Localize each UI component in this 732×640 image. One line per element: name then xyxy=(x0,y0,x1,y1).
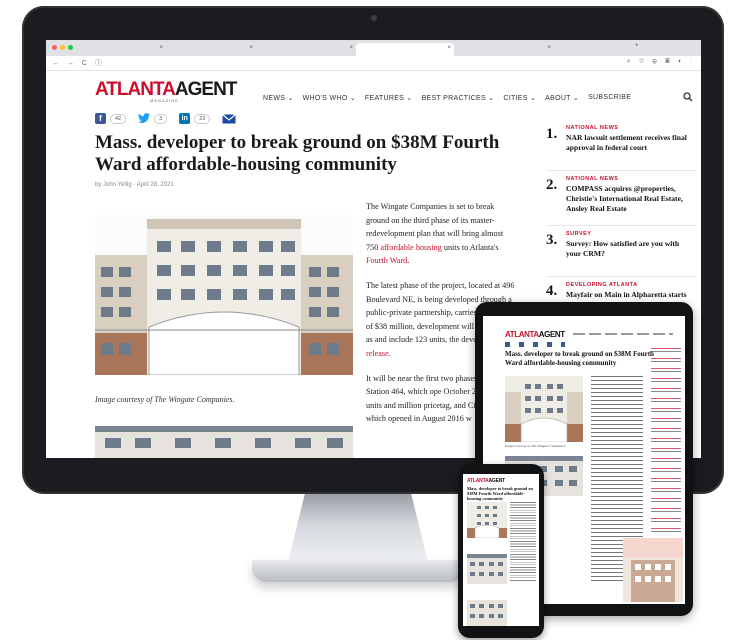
building-rendering-image-2 xyxy=(95,426,353,458)
browser-tab[interactable]: × xyxy=(256,43,356,56)
facebook-share-icon[interactable]: f xyxy=(95,113,106,124)
trending-category[interactable]: NATIONAL NEWS xyxy=(566,176,618,182)
browser-nav-icons[interactable]: ← → C ⓘ xyxy=(52,58,105,68)
browser-extension-icons[interactable]: ⌕ ☆ ⊕ ▣ ◐ ⋮ xyxy=(627,58,695,66)
minimize-window-button[interactable] xyxy=(60,45,65,50)
browser-tab[interactable]: × xyxy=(76,43,166,56)
trending-title[interactable]: COMPASS acquires @properties, Christie's… xyxy=(566,184,696,214)
linkedin-share-count: 23 xyxy=(194,113,211,124)
nav-item-cities[interactable]: CITIES ⌄ xyxy=(503,94,536,102)
browser-tab[interactable]: × xyxy=(454,43,554,56)
tablet-share-bar[interactable] xyxy=(505,342,565,347)
tablet-site-logo[interactable]: ATLANTAAGENT xyxy=(505,330,565,339)
phone-article-body xyxy=(510,502,536,582)
logo-subtitle: MAGAZINE xyxy=(150,98,179,103)
nav-item-subscribe[interactable]: SUBSCRIBE xyxy=(588,94,631,102)
affordable-housing-link[interactable]: affordable housing xyxy=(380,243,441,252)
trending-sidebar: 1. NATIONAL NEWS NAR lawsuit settlement … xyxy=(546,122,696,329)
tablet-building-image xyxy=(505,376,583,442)
phone-site-logo[interactable]: ATLANTAAGENT xyxy=(467,478,505,484)
site-logo[interactable]: ATLANTAAGENT xyxy=(95,80,237,99)
tablet-nav[interactable] xyxy=(573,333,673,335)
monitor-stand-neck xyxy=(288,494,428,562)
new-tab-button[interactable]: + xyxy=(631,43,645,56)
monitor-stand-base xyxy=(252,560,464,582)
search-icon[interactable] xyxy=(683,92,693,102)
twitter-share-icon[interactable] xyxy=(138,113,151,124)
browser-tab-active[interactable]: × xyxy=(356,43,454,56)
trending-category[interactable]: DEVELOPING ATLANTA xyxy=(566,282,638,288)
trending-category[interactable]: NATIONAL NEWS xyxy=(566,125,618,131)
browser-tab[interactable]: × xyxy=(166,43,256,56)
tablet-image-caption: Image courtesy of The Wingate Companies. xyxy=(505,444,567,448)
nav-item-news[interactable]: NEWS ⌄ xyxy=(263,94,294,102)
close-tab-icon[interactable]: × xyxy=(447,45,451,51)
close-window-button[interactable] xyxy=(52,45,57,50)
tablet-related-image xyxy=(623,538,683,602)
email-share-icon[interactable] xyxy=(222,113,237,124)
phone-building-image xyxy=(467,502,507,538)
phone-building-image-3 xyxy=(467,600,507,626)
browser-toolbar: ← → C ⓘ ⌕ ☆ ⊕ ▣ ◐ ⋮ xyxy=(46,56,701,71)
window-controls xyxy=(52,45,73,50)
linkedin-share-icon[interactable]: in xyxy=(179,113,191,124)
trending-item[interactable]: 3. SURVEY Survey: How satisfied are you … xyxy=(546,228,696,277)
trending-title[interactable]: Survey: How satisfied are you with your … xyxy=(566,239,696,259)
article-paragraph: The Wingate Companies is set to break gr… xyxy=(366,202,504,266)
phone-device: ATLANTAAGENT Mass. developer to break gr… xyxy=(458,464,544,638)
nav-item-about[interactable]: ABOUT ⌄ xyxy=(545,94,579,102)
trending-item[interactable]: 1. NATIONAL NEWS NAR lawsuit settlement … xyxy=(546,122,696,171)
site-header: ATLANTAAGENT MAGAZINE NEWS ⌄ WHO'S WHO ⌄… xyxy=(46,70,701,104)
facebook-share-count: 42 xyxy=(110,113,127,124)
trending-category[interactable]: SURVEY xyxy=(566,231,592,237)
trending-title[interactable]: NAR lawsuit settlement receives final ap… xyxy=(566,133,696,153)
camera xyxy=(371,15,377,21)
nav-item-best-practices[interactable]: BEST PRACTICES ⌄ xyxy=(422,94,495,102)
phone-article-headline: Mass. developer to break ground on $38M … xyxy=(467,486,533,501)
article-byline: by John Yellig · April 28, 2021 xyxy=(95,182,174,188)
share-bar: f 42 3 in 23 xyxy=(95,113,237,124)
close-tab-icon[interactable]: × xyxy=(159,45,163,51)
browser-tab-strip: × × × × × + xyxy=(46,40,701,56)
close-tab-icon[interactable]: × xyxy=(547,45,551,51)
main-nav: NEWS ⌄ WHO'S WHO ⌄ FEATURES ⌄ BEST PRACT… xyxy=(263,94,631,102)
maximize-window-button[interactable] xyxy=(68,45,73,50)
nav-item-whos-who[interactable]: WHO'S WHO ⌄ xyxy=(303,94,356,102)
phone-screen: ATLANTAAGENT Mass. developer to break gr… xyxy=(463,474,539,626)
phone-building-image-2 xyxy=(467,554,507,584)
building-rendering-image xyxy=(95,215,353,375)
close-tab-icon[interactable]: × xyxy=(349,45,353,51)
trending-item[interactable]: 2. NATIONAL NEWS COMPASS acquires @prope… xyxy=(546,173,696,226)
twitter-share-count: 3 xyxy=(154,113,168,124)
article-headline: Mass. developer to break ground on $38M … xyxy=(95,132,500,175)
image-caption: Image courtesy of The Wingate Companies. xyxy=(95,395,235,404)
nav-item-features[interactable]: FEATURES ⌄ xyxy=(365,94,413,102)
fourth-ward-link[interactable]: Fourth Ward xyxy=(366,256,407,265)
close-tab-icon[interactable]: × xyxy=(249,45,253,51)
tablet-article-headline: Mass. developer to break ground on $38M … xyxy=(505,350,654,367)
